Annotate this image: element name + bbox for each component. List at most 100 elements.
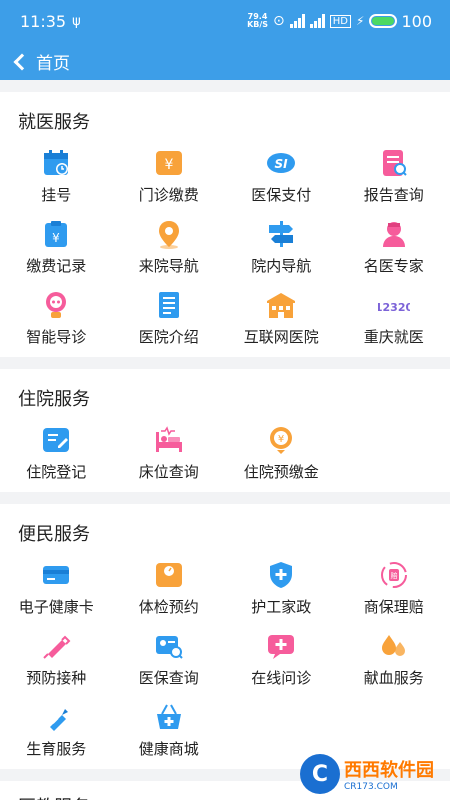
service-item[interactable]: 献血服务 [338, 629, 450, 688]
doctor-icon [377, 217, 411, 251]
section-3: 便民服务电子健康卡 体检预约 护工家政 赔商保理赔预防接种 医保查询 在线问诊 献血服务生育… [0, 504, 450, 769]
service-label: 床位查询 [138, 463, 199, 481]
bed-icon [152, 423, 186, 457]
service-label: 挂号 [41, 186, 72, 204]
service-label: 智能导诊 [26, 328, 87, 346]
svg-text:¥: ¥ [164, 157, 173, 173]
12320-icon: 12320 [377, 288, 411, 322]
svg-text:¥: ¥ [52, 231, 60, 245]
section-title: 便民服务 [18, 524, 90, 545]
service-label: 电子健康卡 [18, 598, 94, 616]
service-item[interactable]: 床位查询 [113, 423, 226, 482]
service-label: 缴费记录 [26, 257, 87, 275]
service-item[interactable]: 预防接种 [0, 629, 113, 688]
service-label: 医保查询 [138, 669, 199, 687]
service-item[interactable]: 护工家政 [225, 558, 338, 617]
service-label: 体检预约 [138, 598, 199, 616]
watermark-logo: C 西西软件园 CR173.COM [300, 754, 434, 794]
report-icon [377, 146, 411, 180]
service-item[interactable]: 挂号 [0, 146, 113, 205]
yuan-icon: ¥ [152, 146, 186, 180]
map-pin-icon [152, 217, 186, 251]
service-label: 报告查询 [363, 186, 424, 204]
charging-icon: ⚡ [356, 14, 365, 28]
service-label: 医院介绍 [138, 328, 199, 346]
service-label: 重庆就医 [363, 328, 424, 346]
back-button[interactable]: 首页 [13, 49, 70, 74]
card-icon [39, 558, 73, 592]
syringe-icon [39, 629, 73, 663]
service-item[interactable]: 医保查询 [113, 629, 226, 688]
signal-icon [289, 14, 305, 28]
battery-icon [369, 14, 398, 28]
service-grid: 挂号 ¥ 门诊缴费 SI 医保支付 报告查询 ¥ 缴费记录 来院导航 院内导航 名医专家智能导诊 医院… [0, 146, 450, 347]
coin-icon: ¥ [264, 423, 298, 457]
service-label: 健康商城 [138, 740, 199, 758]
svg-text:12320: 12320 [378, 301, 410, 314]
service-item[interactable]: 体检预约 [113, 558, 226, 617]
svg-text:SI: SI [275, 157, 289, 171]
service-label: 名医专家 [363, 257, 424, 275]
service-label: 在线问诊 [251, 669, 312, 687]
status-bar: 11:35 ψ 79.4 KB/S ⊙ HD ⚡ 100 [0, 0, 450, 42]
service-item[interactable]: 院内导航 [225, 217, 338, 276]
service-item[interactable]: 住院登记 [0, 423, 113, 482]
service-label: 住院登记 [26, 463, 87, 481]
hd-icon: HD [329, 14, 352, 28]
service-label: 护工家政 [251, 598, 312, 616]
service-label: 院内导航 [251, 257, 312, 275]
si-icon: SI [264, 146, 298, 180]
alarm-icon: ⊙ [273, 13, 285, 29]
section-1: 就医服务挂号 ¥ 门诊缴费 SI 医保支付 报告查询 ¥ 缴费记录 来院导航 院内导航 名医专家智能… [0, 92, 450, 357]
usb-icon: ψ [72, 13, 81, 29]
service-label: 献血服务 [363, 669, 424, 687]
service-item[interactable]: 在线问诊 [225, 629, 338, 688]
service-item[interactable]: 健康商城 [113, 700, 226, 759]
service-item[interactable]: 12320 重庆就医 [338, 288, 450, 347]
service-label: 住院预缴金 [243, 463, 319, 481]
svg-text:¥: ¥ [278, 434, 284, 445]
title-bar: 首页 [0, 42, 450, 80]
service-item[interactable]: 生育服务 [0, 700, 113, 759]
section-title: 住院服务 [18, 389, 90, 410]
service-item[interactable]: ¥ 住院预缴金 [225, 423, 338, 482]
service-item[interactable]: 名医专家 [338, 217, 450, 276]
basket-icon [152, 700, 186, 734]
battery-indicator: 100 [369, 12, 432, 31]
services-list: 就医服务挂号 ¥ 门诊缴费 SI 医保支付 报告查询 ¥ 缴费记录 来院导航 院内导航 名医专家智能… [0, 92, 450, 769]
bottle-icon [39, 700, 73, 734]
signal-icon-2 [309, 14, 325, 28]
service-label: 生育服务 [26, 740, 87, 758]
service-label: 互联网医院 [243, 328, 319, 346]
service-label: 来院导航 [138, 257, 199, 275]
calendar-icon [39, 146, 73, 180]
service-item[interactable]: ¥ 门诊缴费 [113, 146, 226, 205]
id-search-icon [152, 629, 186, 663]
service-item[interactable]: 医院介绍 [113, 288, 226, 347]
service-grid: 电子健康卡 体检预约 护工家政 赔商保理赔预防接种 医保查询 在线问诊 献血服务生育服务 健康… [0, 558, 450, 759]
back-label: 首页 [36, 53, 70, 74]
section-title: 就医服务 [18, 112, 90, 133]
service-label: 预防接种 [26, 669, 87, 687]
network-speed: 79.4 KB/S [247, 12, 269, 29]
blood-drop-icon [377, 629, 411, 663]
service-item[interactable]: 来院导航 [113, 217, 226, 276]
service-item[interactable]: 互联网医院 [225, 288, 338, 347]
signpost-icon [264, 217, 298, 251]
register-icon [39, 423, 73, 457]
service-item[interactable]: 电子健康卡 [0, 558, 113, 617]
service-item[interactable]: 智能导诊 [0, 288, 113, 347]
claim-icon: 赔 [377, 558, 411, 592]
robot-icon [39, 288, 73, 322]
service-label: 医保支付 [251, 186, 312, 204]
back-chevron-icon [13, 53, 31, 70]
service-item[interactable]: 报告查询 [338, 146, 450, 205]
document-icon [152, 288, 186, 322]
service-item[interactable]: SI 医保支付 [225, 146, 338, 205]
service-item[interactable]: ¥ 缴费记录 [0, 217, 113, 276]
clipboard-yuan-icon: ¥ [39, 217, 73, 251]
shield-plus-icon [264, 558, 298, 592]
section-2: 住院服务住院登记 床位查询 ¥ 住院预缴金 [0, 369, 450, 492]
service-item[interactable]: 赔商保理赔 [338, 558, 450, 617]
status-time: 11:35 [20, 11, 67, 31]
